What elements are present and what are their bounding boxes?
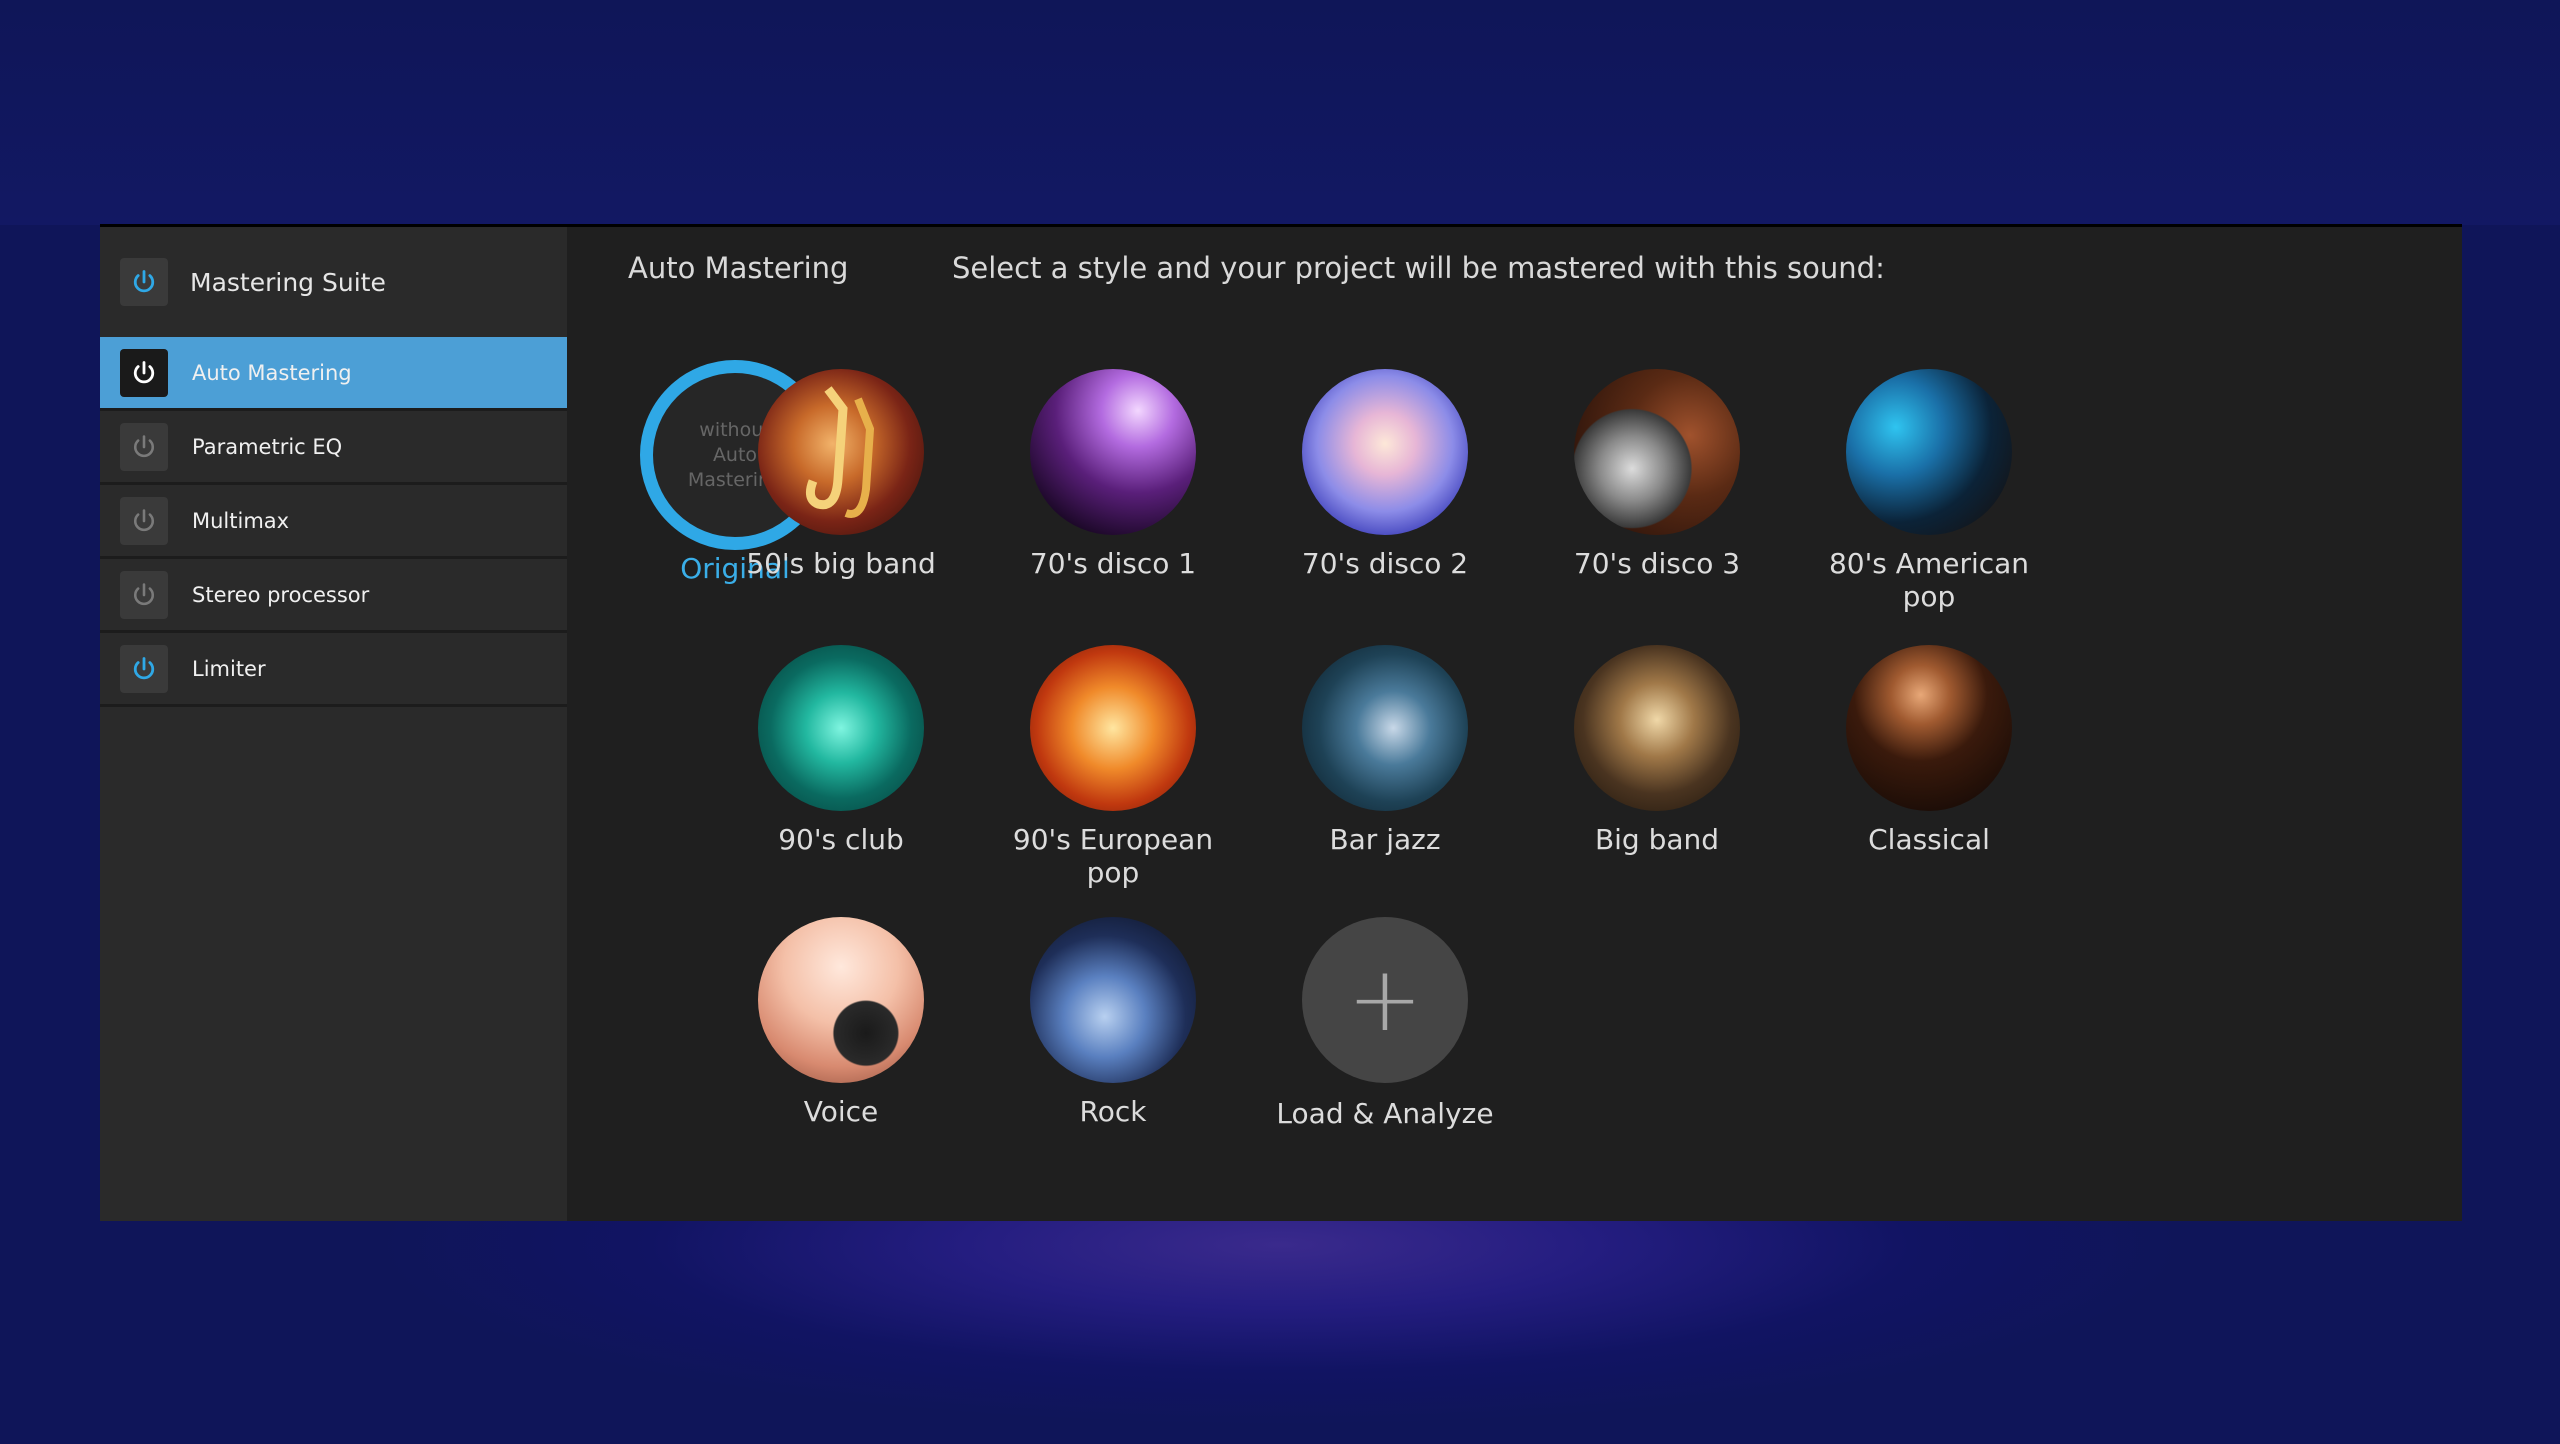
limiter-power-button[interactable] [120,644,168,693]
style-label: Bar jazz [1329,823,1441,856]
power-icon [133,582,155,605]
power-icon [133,360,155,383]
style-90s-european-pop[interactable]: 90's European pop [983,645,1243,889]
sidebar-header: Mastering Suite [100,227,567,337]
style-label: 80's American pop [1828,547,2030,613]
saxophone-art [805,386,875,518]
auto-mastering-panel: Auto Mastering Select a style and your p… [567,227,2462,1221]
style-label: Classical [1868,823,1990,856]
style-70s-disco-3[interactable]: 70's disco 3 [1527,369,1787,580]
power-icon [133,270,155,293]
sidebar-item-multimax[interactable]: Multimax [100,485,567,559]
style-rock[interactable]: Rock [983,917,1243,1128]
load-analyze-label: Load & Analyze [1276,1097,1494,1130]
backdrop-top [0,0,2560,225]
mastering-suite-window: Mastering Suite Auto Mastering Parametri… [100,224,2462,1221]
power-icon [133,656,155,679]
style-80s-american-pop[interactable]: 80's American pop [1799,369,2059,613]
sidebar-item-label: Auto Mastering [192,360,352,385]
sidebar-item-label: Parametric EQ [192,434,343,459]
style-label: 50's big band [746,547,936,580]
violin-image [1846,645,2012,811]
style-label: 70's disco 2 [1301,547,1469,580]
style-label: 70's disco 3 [1573,547,1741,580]
style-50s-big-band[interactable]: 50's big band [711,369,971,580]
suite-power-button[interactable] [120,258,168,306]
dancer-fire-image [1030,645,1196,811]
panel-title: Auto Mastering [628,251,849,285]
module-list: Auto Mastering Parametric EQ Multimax St… [100,337,567,707]
style-big-band[interactable]: Big band [1527,645,1787,856]
microphone-singer-image [758,917,924,1083]
instruction-text: Select a style and your project will be … [952,251,1885,285]
plus-icon: + [1302,917,1468,1083]
sidebar-item-limiter[interactable]: Limiter [100,633,567,707]
load-analyze-button[interactable]: + Load & Analyze [1255,917,1515,1130]
style-voice[interactable]: Voice [711,917,971,1128]
power-icon [133,508,155,531]
style-90s-club[interactable]: 90's club [711,645,971,856]
style-70s-disco-1[interactable]: 70's disco 1 [983,369,1243,580]
style-label: Rock [1079,1095,1147,1128]
sidebar-item-parametric-eq[interactable]: Parametric EQ [100,411,567,485]
style-70s-disco-2[interactable]: 70's disco 2 [1255,369,1515,580]
saxophone-image [758,369,924,535]
style-classical[interactable]: Classical [1799,645,2059,856]
electric-guitar-image [1030,917,1196,1083]
style-label: Voice [803,1095,879,1128]
sidebar-item-auto-mastering[interactable]: Auto Mastering [100,337,567,411]
guitarist-image [1846,369,2012,535]
brass-section-image [1574,645,1740,811]
style-label: 90's European pop [1012,823,1214,889]
style-label: 90's club [778,823,904,856]
style-bar-jazz[interactable]: Bar jazz [1255,645,1515,856]
sidebar-item-label: Multimax [192,508,290,533]
sidebar-item-label: Stereo processor [192,582,370,607]
disco-dancer-image [1574,369,1740,535]
trumpet-player-image [1302,645,1468,811]
sidebar-title: Mastering Suite [190,267,386,297]
parametric-eq-power-button[interactable] [120,422,168,471]
sidebar-item-stereo-processor[interactable]: Stereo processor [100,559,567,633]
style-label: Big band [1594,823,1720,856]
sidebar: Mastering Suite Auto Mastering Parametri… [100,227,567,1221]
disco-ball-image [1030,369,1196,535]
auto-mastering-power-button[interactable] [120,348,168,397]
style-label: 70's disco 1 [1029,547,1197,580]
stereo-processor-power-button[interactable] [120,570,168,619]
multimax-power-button[interactable] [120,496,168,545]
sidebar-item-label: Limiter [192,656,266,681]
dj-image [758,645,924,811]
singer-image [1302,369,1468,535]
power-icon [133,434,155,457]
